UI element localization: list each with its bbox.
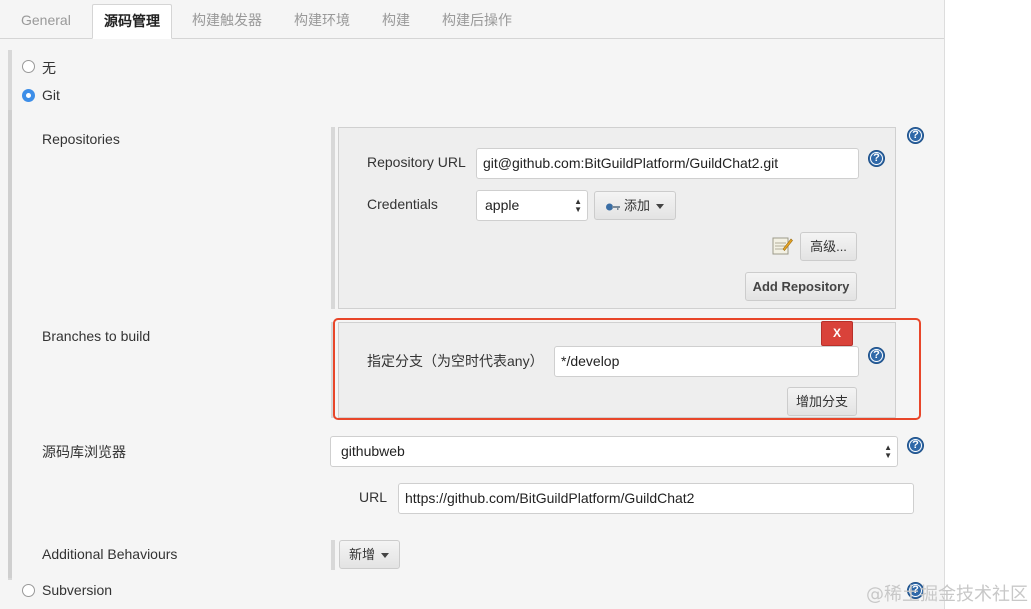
tab-scm[interactable]: 源码管理: [92, 4, 172, 39]
repository-url-help-icon[interactable]: ?: [868, 150, 885, 167]
additional-behaviours-label: Additional Behaviours: [42, 546, 178, 562]
chevron-down-icon: [656, 204, 665, 210]
git-section-bar: [8, 110, 12, 578]
repository-url-label: Repository URL: [367, 154, 466, 170]
highlight-frame: [333, 318, 921, 420]
repo-browser-label: 源码库浏览器: [42, 444, 126, 460]
browser-url-input[interactable]: https://github.com/BitGuildPlatform/Guil…: [398, 483, 914, 514]
credentials-select[interactable]: apple ▲ ▼: [476, 190, 588, 221]
tab-bar: General 源码管理 构建触发器 构建环境 构建 构建后操作: [0, 0, 944, 39]
credentials-label: Credentials: [367, 196, 438, 212]
tab-build-triggers[interactable]: 构建触发器: [181, 0, 273, 38]
select-arrows-icon: ▲ ▼: [574, 197, 582, 214]
radio-subversion-label: Subversion: [42, 582, 113, 598]
branches-label: Branches to build: [42, 328, 151, 344]
repositories-help-icon[interactable]: ?: [907, 127, 924, 144]
tab-post-build[interactable]: 构建后操作: [431, 0, 523, 38]
notepad-edit-icon: [772, 237, 793, 255]
config-panel: General 源码管理 构建触发器 构建环境 构建 构建后操作 无 Git R…: [0, 0, 945, 609]
add-credentials-button[interactable]: 添加: [594, 191, 676, 220]
radio-git-label: Git: [42, 87, 60, 103]
add-behaviour-label: 新增: [349, 547, 376, 562]
chevron-down-icon: [381, 553, 390, 559]
watermark: @稀土掘金技术社区: [866, 584, 1028, 605]
tab-build-environment[interactable]: 构建环境: [283, 0, 361, 38]
repo-browser-help-icon[interactable]: ?: [907, 437, 924, 454]
key-icon: [606, 203, 620, 211]
repositories-bar: [331, 127, 335, 309]
select-arrows-icon: ▲ ▼: [884, 443, 892, 460]
radio-git[interactable]: [22, 89, 35, 102]
credentials-value: apple: [485, 197, 520, 213]
repo-browser-select[interactable]: githubweb ▲ ▼: [330, 436, 898, 467]
add-repository-button[interactable]: Add Repository: [745, 272, 857, 301]
radio-none-label: 无: [42, 60, 56, 76]
add-behaviour-button[interactable]: 新增: [339, 540, 400, 569]
repo-browser-value: githubweb: [341, 443, 405, 459]
radio-subversion[interactable]: [22, 584, 35, 597]
tab-build[interactable]: 构建: [371, 0, 421, 38]
advanced-button[interactable]: 高级...: [800, 232, 857, 261]
repositories-label: Repositories: [42, 131, 120, 147]
repository-url-input[interactable]: git@github.com:BitGuildPlatform/GuildCha…: [476, 148, 859, 179]
radio-none[interactable]: [22, 60, 35, 73]
tab-general[interactable]: General: [10, 0, 82, 38]
add-credentials-label: 添加: [624, 198, 651, 213]
browser-url-label: URL: [359, 489, 388, 505]
additional-bar: [331, 540, 335, 570]
